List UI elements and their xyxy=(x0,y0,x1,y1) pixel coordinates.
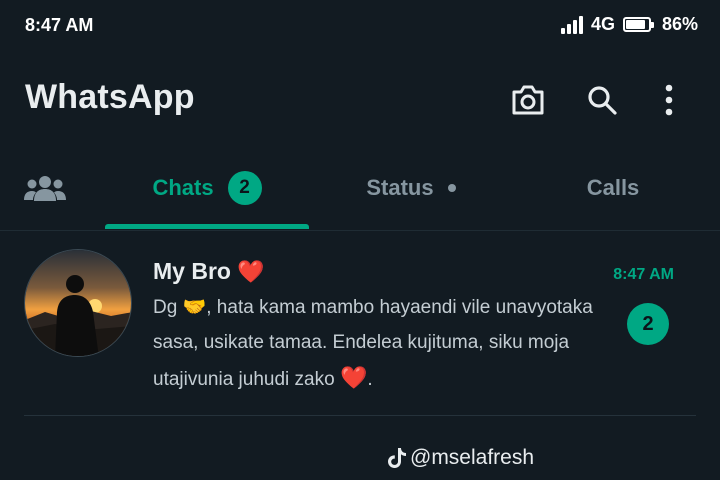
app-bar: WhatsApp xyxy=(0,60,720,140)
network-type: 4G xyxy=(590,14,615,34)
battery-icon xyxy=(622,17,654,32)
camera-icon[interactable] xyxy=(508,80,548,120)
battery-percent: 86% xyxy=(661,14,698,34)
preview-end: . xyxy=(367,369,373,390)
heart-emoji: ❤️ xyxy=(339,365,368,390)
chat-name: My Bro ❤️ xyxy=(153,258,264,285)
tab-chats-label: Chats xyxy=(152,175,214,200)
watermark: @mselafresh xyxy=(388,446,534,470)
app-title: WhatsApp xyxy=(25,78,195,116)
unread-count-badge: 2 xyxy=(627,303,669,345)
tab-calls[interactable]: Calls xyxy=(513,148,713,228)
search-icon[interactable] xyxy=(582,80,622,120)
handshake-emoji: 🤝 xyxy=(182,297,207,318)
chat-name-text: My Bro xyxy=(153,258,231,284)
status-indicators: 4G 86% xyxy=(560,14,698,35)
preview-start: Dg xyxy=(153,297,178,318)
chat-last-message: Dg 🤝, hata kama mambo hayaendi vile unav… xyxy=(153,290,603,397)
more-vert-icon[interactable] xyxy=(649,80,689,120)
community-icon xyxy=(24,176,66,201)
status-update-dot xyxy=(447,184,456,192)
signal-bars-icon xyxy=(560,15,583,34)
tiktok-icon xyxy=(388,448,406,468)
avatar[interactable] xyxy=(24,249,132,357)
chat-list-item[interactable]: My Bro ❤️ 8:47 AM 2 Dg 🤝, hata kama mamb… xyxy=(0,240,720,416)
preview-text: , hata kama mambo hayaendi vile unavyota… xyxy=(153,297,593,390)
chat-divider xyxy=(24,415,696,416)
watermark-text: @mselafresh xyxy=(410,446,535,469)
heart-emoji: ❤️ xyxy=(236,258,265,284)
tab-calls-label: Calls xyxy=(586,175,640,200)
status-bar: 8:47 AM 4G 86% xyxy=(0,0,720,52)
tab-status-label: Status xyxy=(366,175,434,200)
tab-community[interactable] xyxy=(18,148,72,228)
tab-bar: Chats 2 Status Calls xyxy=(0,148,720,231)
chat-timestamp: 8:47 AM xyxy=(613,266,674,283)
tab-chats-badge: 2 xyxy=(227,171,262,205)
tab-selected-indicator xyxy=(105,224,309,229)
tab-status[interactable]: Status xyxy=(309,148,513,228)
tab-chats[interactable]: Chats 2 xyxy=(105,148,309,228)
status-time: 8:47 AM xyxy=(25,15,94,35)
